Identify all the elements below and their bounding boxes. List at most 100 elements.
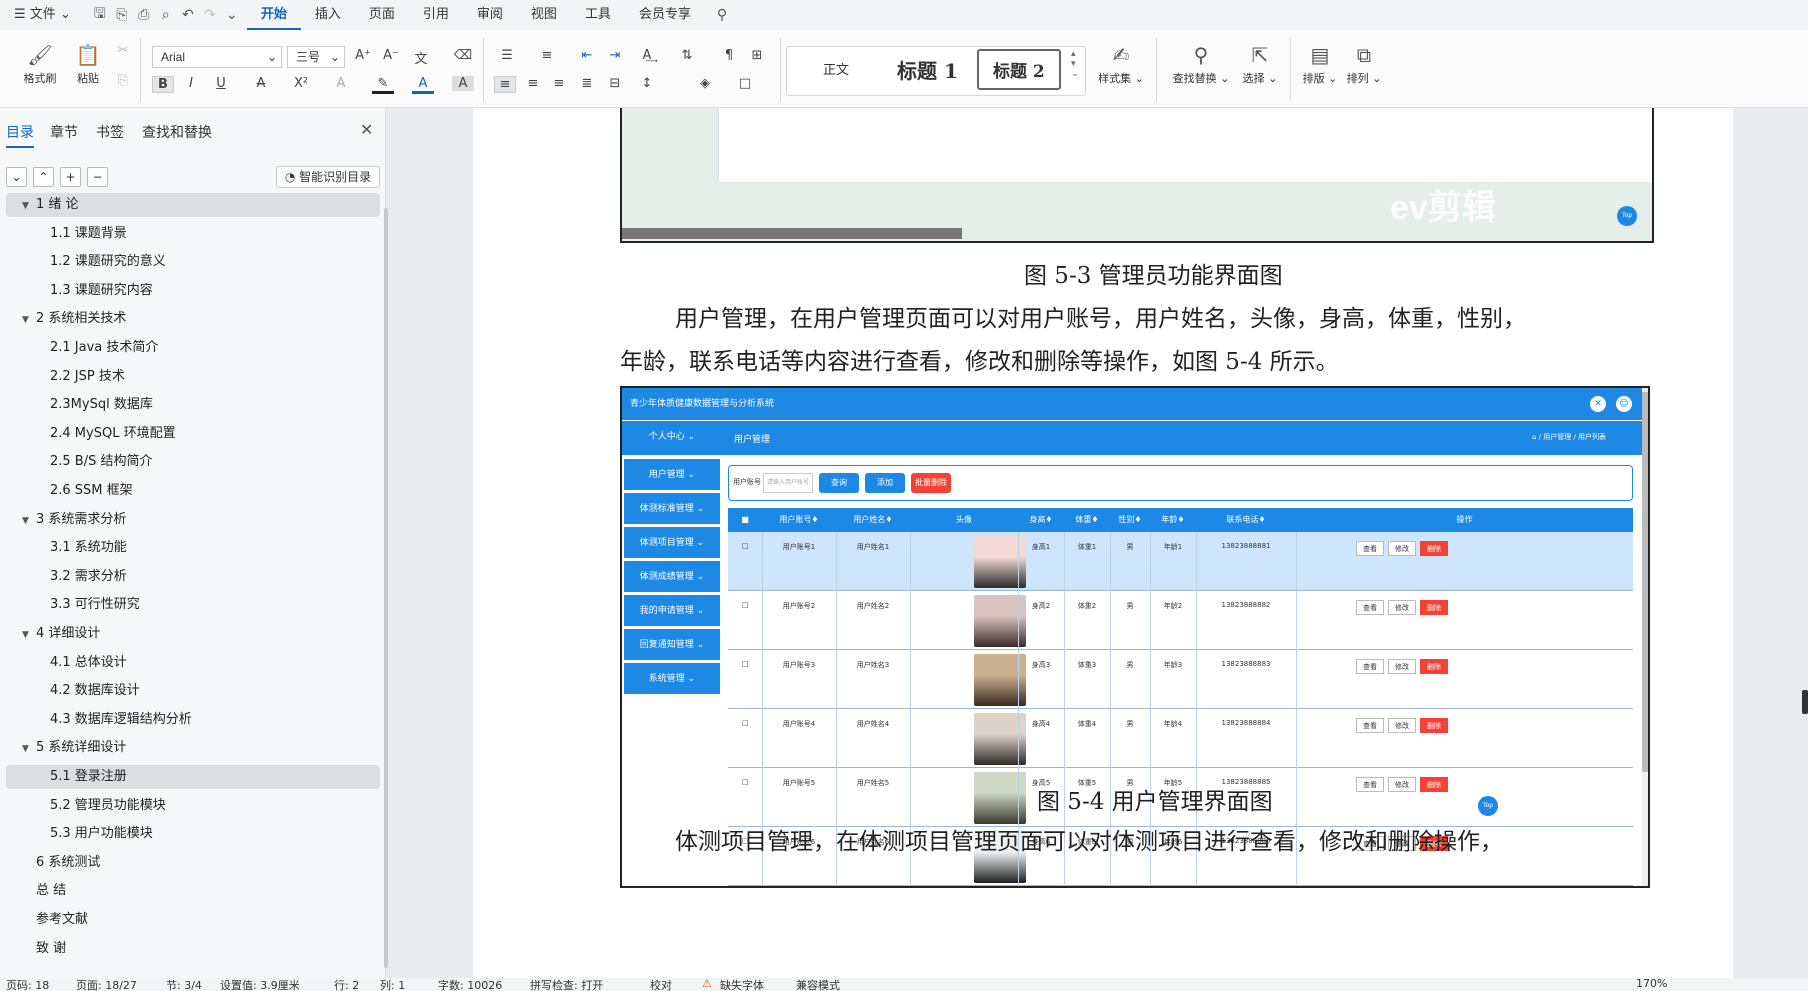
layout-button[interactable]: ▤ 排版 ⌄: [1300, 40, 1340, 86]
bullet-list-icon[interactable]: ☰: [496, 48, 518, 63]
menu-tab-5[interactable]: 视图: [517, 0, 571, 30]
table-borders-icon[interactable]: ⊞: [746, 48, 768, 63]
shrink-font-icon[interactable]: A⁻: [380, 48, 402, 63]
toc-item[interactable]: ▼ 4 详细设计: [6, 622, 380, 646]
line-spacing-icon[interactable]: ↕: [636, 76, 658, 91]
print-preview-icon[interactable]: ⌕: [157, 7, 175, 23]
toc-item[interactable]: 1.2 课题研究的意义: [6, 250, 380, 274]
menu-tab-6[interactable]: 工具: [571, 0, 625, 30]
toc-item[interactable]: 参考文献: [6, 908, 380, 932]
file-menu[interactable]: ☰ 文件 ⌄: [0, 0, 85, 30]
toc-item[interactable]: 2.2 JSP 技术: [6, 365, 380, 389]
shading-icon[interactable]: ◈: [694, 76, 716, 91]
toc-item[interactable]: 1.3 课题研究内容: [6, 279, 380, 303]
toc-item[interactable]: 1.1 课题背景: [6, 222, 380, 246]
expand-triangle-icon[interactable]: ▼: [22, 308, 36, 332]
gallery-scroll-icon[interactable]: ▴ ▾ ⌄: [1071, 49, 1079, 79]
strikethrough-icon[interactable]: A: [250, 76, 272, 91]
font-color-icon[interactable]: A: [412, 76, 434, 94]
menu-tab-0[interactable]: 开始: [246, 0, 301, 30]
justify-icon[interactable]: ≣: [576, 76, 598, 91]
toc-item[interactable]: 4.1 总体设计: [6, 651, 380, 675]
undo-icon[interactable]: ↶: [179, 7, 197, 23]
search-icon[interactable]: ⚲: [713, 7, 731, 23]
status-col[interactable]: 列: 1: [380, 978, 405, 991]
copy-icon[interactable]: ⎘: [112, 73, 134, 88]
more-chevron-icon[interactable]: ⌄: [223, 7, 241, 23]
toc-item[interactable]: 致 谢: [6, 937, 380, 961]
arrange-button[interactable]: ⧉ 排列 ⌄: [1344, 40, 1384, 86]
show-marks-icon[interactable]: ¶: [718, 48, 740, 63]
toc-item[interactable]: 5.3 用户功能模块: [6, 822, 380, 846]
expand-triangle-icon[interactable]: ▼: [22, 737, 36, 761]
increase-indent-icon[interactable]: ⇥: [604, 48, 626, 63]
toc-item[interactable]: 3.2 需求分析: [6, 565, 380, 589]
char-shading-icon[interactable]: A: [452, 76, 474, 91]
doc-scrollbar-thumb[interactable]: [1802, 690, 1808, 714]
bold-icon[interactable]: B: [152, 76, 174, 93]
status-pages[interactable]: 页面: 18/27: [76, 978, 137, 991]
nav-tab-0[interactable]: 目录: [6, 122, 34, 148]
cut-icon[interactable]: ✂: [112, 43, 134, 58]
paste-button[interactable]: 📋 粘贴: [68, 40, 108, 86]
align-left-icon[interactable]: ≡: [494, 76, 516, 93]
toc-item[interactable]: ▼ 3 系统需求分析: [6, 508, 380, 532]
format-painter-button[interactable]: 🖌 格式刷: [20, 40, 60, 86]
italic-icon[interactable]: I: [180, 76, 202, 91]
highlight-icon[interactable]: ✎: [372, 76, 394, 94]
status-section[interactable]: 节: 3/4: [166, 978, 202, 991]
toc-item[interactable]: 6 系统测试: [6, 851, 380, 875]
distribute-icon[interactable]: ⊟: [604, 76, 626, 91]
toc-item[interactable]: 3.1 系统功能: [6, 536, 380, 560]
expand-up-icon[interactable]: ⌃: [33, 167, 54, 187]
font-size-select[interactable]: 三号 ⌄: [287, 46, 345, 68]
expand-triangle-icon[interactable]: ▼: [22, 194, 36, 218]
toc-item[interactable]: ▼ 2 系统相关技术: [6, 307, 380, 331]
find-replace-button[interactable]: ⚲ 查找替换 ⌄: [1168, 40, 1234, 86]
style-heading-1[interactable]: 标题 1: [897, 55, 958, 84]
clear-format-icon[interactable]: ⌫: [452, 48, 474, 63]
status-row[interactable]: 行: 2: [334, 978, 359, 991]
toc-item[interactable]: ▼ 5 系统详细设计: [6, 736, 380, 760]
save-icon[interactable]: 🖫: [91, 3, 109, 27]
add-heading-icon[interactable]: +: [60, 167, 81, 187]
numbered-list-icon[interactable]: ≡: [536, 48, 558, 63]
status-setting[interactable]: 设置值: 3.9厘米: [220, 978, 300, 991]
decrease-indent-icon[interactable]: ⇤: [576, 48, 598, 63]
toc-item[interactable]: 4.2 数据库设计: [6, 679, 380, 703]
expand-triangle-icon[interactable]: ▼: [22, 623, 36, 647]
underline-icon[interactable]: U: [210, 76, 232, 91]
status-zoom[interactable]: 170%: [1636, 978, 1667, 990]
redo-icon[interactable]: ↷: [201, 7, 219, 23]
select-button[interactable]: ⇱ 选择 ⌄: [1238, 40, 1282, 86]
toc-item[interactable]: 2.3MySql 数据库: [6, 393, 380, 417]
export-icon[interactable]: ⎘: [113, 7, 131, 23]
align-right-icon[interactable]: ≡: [548, 76, 570, 91]
status-spell[interactable]: 拼写检查: 打开: [530, 978, 603, 991]
style-heading-2[interactable]: 标题 2: [977, 49, 1061, 90]
menu-tab-1[interactable]: 插入: [301, 0, 355, 30]
align-center-icon[interactable]: ≡: [522, 76, 544, 91]
status-missing-font[interactable]: 缺失字体: [720, 978, 764, 991]
toc-item[interactable]: ▼ 1 绪 论: [6, 193, 380, 217]
status-words[interactable]: 字数: 10026: [438, 978, 502, 991]
collapse-all-icon[interactable]: ⌄: [6, 167, 27, 187]
menu-tab-3[interactable]: 引用: [409, 0, 463, 30]
text-effect-icon[interactable]: A: [330, 76, 352, 91]
toc-item[interactable]: 2.4 MySQL 环境配置: [6, 422, 380, 446]
style-normal[interactable]: 正文: [823, 59, 849, 78]
menu-tab-2[interactable]: 页面: [355, 0, 409, 30]
close-icon[interactable]: ✕: [360, 120, 373, 139]
toc-item[interactable]: 2.6 SSM 框架: [6, 479, 380, 503]
status-page[interactable]: 页码: 18: [6, 978, 49, 991]
menu-tab-4[interactable]: 审阅: [463, 0, 517, 30]
nav-tab-1[interactable]: 章节: [50, 122, 78, 142]
grow-font-icon[interactable]: A⁺: [352, 48, 374, 63]
toc-item[interactable]: 5.1 登录注册: [6, 765, 380, 789]
toc-item[interactable]: 2.1 Java 技术简介: [6, 336, 380, 360]
superscript-icon[interactable]: X²: [290, 76, 312, 91]
text-direction-icon[interactable]: A͢: [636, 48, 658, 63]
toc-item[interactable]: 5.2 管理员功能模块: [6, 794, 380, 818]
toc-item[interactable]: 3.3 可行性研究: [6, 593, 380, 617]
nav-tab-3[interactable]: 查找和替换: [142, 122, 212, 142]
